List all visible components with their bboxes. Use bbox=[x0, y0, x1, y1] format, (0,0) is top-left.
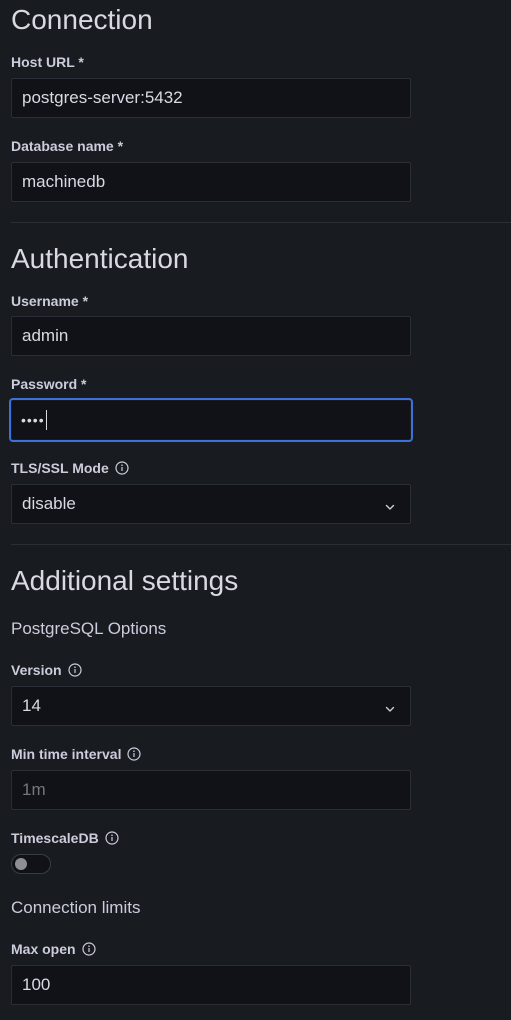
additional-settings-heading: Additional settings bbox=[11, 565, 239, 596]
database-name-input[interactable]: machinedb bbox=[11, 162, 411, 202]
postgresql-options-heading: PostgreSQL Options bbox=[11, 619, 167, 638]
timescaledb-label: TimescaleDB bbox=[11, 831, 119, 845]
min-time-interval-input[interactable]: 1m bbox=[11, 770, 411, 810]
host-url-label: Host URL * bbox=[11, 54, 84, 70]
tls-mode-label: TLS/SSL Mode bbox=[11, 461, 129, 475]
max-open-input[interactable]: 100 bbox=[11, 965, 411, 1005]
host-url-input[interactable]: postgres-server:5432 bbox=[11, 78, 411, 118]
toggle-knob bbox=[15, 858, 27, 870]
username-input[interactable]: admin bbox=[11, 316, 411, 356]
password-input[interactable]: •••• bbox=[9, 398, 413, 442]
chevron-down-icon bbox=[384, 700, 396, 712]
tls-mode-select[interactable]: disable bbox=[11, 484, 411, 524]
database-name-label: Database name * bbox=[11, 138, 124, 154]
chevron-down-icon bbox=[384, 498, 396, 510]
authentication-heading: Authentication bbox=[11, 243, 189, 274]
info-circle-icon[interactable] bbox=[67, 663, 82, 677]
min-time-interval-placeholder: 1m bbox=[22, 780, 46, 799]
password-label: Password * bbox=[11, 376, 87, 392]
password-masked-value: •••• bbox=[21, 412, 45, 428]
version-label: Version bbox=[11, 663, 82, 677]
version-select[interactable]: 14 bbox=[11, 686, 411, 726]
max-open-label: Max open bbox=[11, 942, 96, 956]
datasource-settings-page: Connection Host URL * postgres-server:54… bbox=[0, 0, 511, 1020]
info-circle-icon[interactable] bbox=[115, 461, 129, 475]
connection-heading: Connection bbox=[11, 4, 153, 35]
username-label: Username * bbox=[11, 293, 89, 309]
timescaledb-toggle[interactable] bbox=[11, 854, 51, 874]
info-circle-icon[interactable] bbox=[81, 942, 96, 956]
min-time-interval-label: Min time interval bbox=[11, 747, 142, 761]
info-circle-icon[interactable] bbox=[105, 831, 119, 845]
section-divider bbox=[11, 222, 511, 223]
section-divider bbox=[11, 544, 511, 545]
connection-limits-heading: Connection limits bbox=[11, 898, 141, 917]
text-caret bbox=[45, 410, 47, 430]
info-circle-icon[interactable] bbox=[127, 747, 142, 761]
